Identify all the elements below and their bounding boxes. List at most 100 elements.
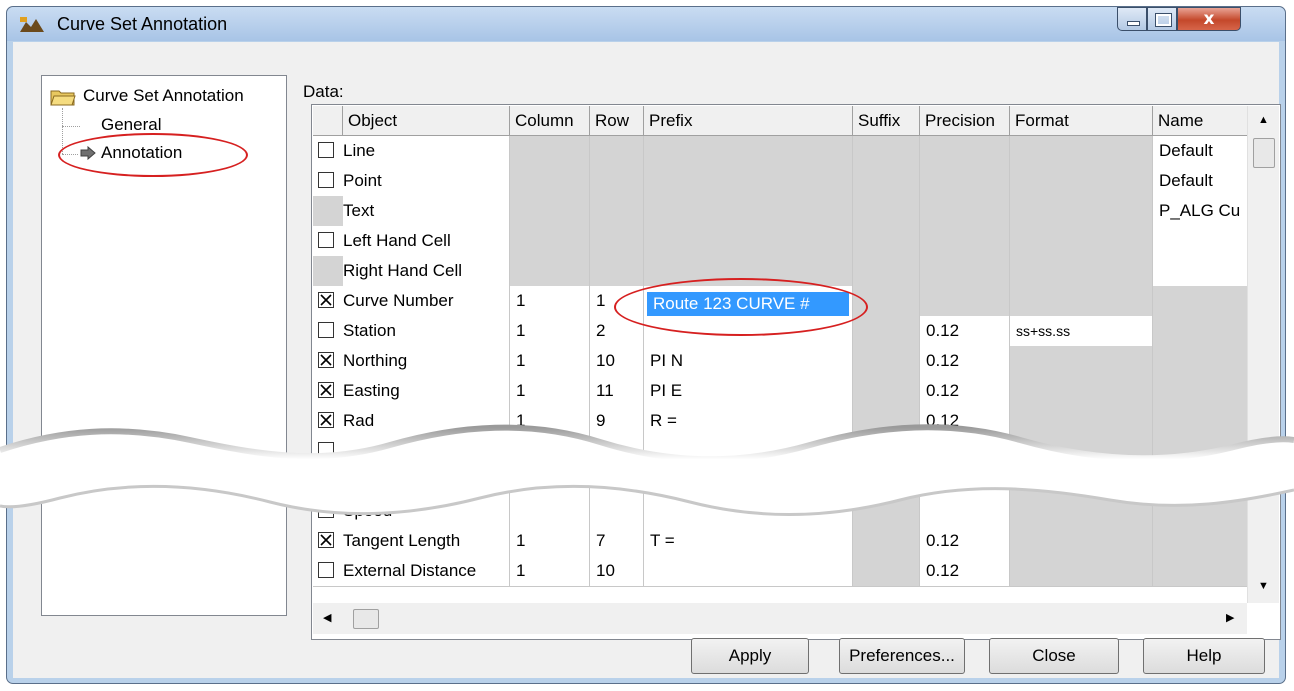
cell-column[interactable]: 1 xyxy=(510,526,590,557)
cell-column[interactable]: 1 xyxy=(510,556,590,587)
cell-suffix[interactable] xyxy=(853,406,920,437)
cell-prefix[interactable] xyxy=(644,256,853,287)
column-header-column[interactable]: Column xyxy=(510,106,590,136)
close-button[interactable]: Close xyxy=(989,638,1119,674)
cell-column[interactable]: 1 xyxy=(510,406,590,437)
cell-format[interactable] xyxy=(1010,226,1153,257)
cell-suffix[interactable] xyxy=(853,346,920,377)
scroll-right-icon[interactable]: ▶ xyxy=(1226,611,1234,624)
cell-suffix[interactable] xyxy=(853,256,920,287)
vertical-scroll-thumb[interactable] xyxy=(1253,138,1275,168)
column-header-suffix[interactable]: Suffix xyxy=(853,106,920,136)
column-header-precision[interactable]: Precision xyxy=(920,106,1010,136)
cell-format[interactable] xyxy=(1010,496,1153,527)
checkbox-checked[interactable] xyxy=(318,412,334,428)
cell-prefix[interactable] xyxy=(644,466,853,497)
title-bar[interactable]: Curve Set Annotation x xyxy=(7,7,1285,41)
row-object-cell[interactable] xyxy=(313,466,510,497)
cell-format[interactable] xyxy=(1010,346,1153,377)
cell-column[interactable] xyxy=(510,466,590,497)
row-object-cell[interactable]: Left Hand Cell xyxy=(313,226,510,257)
cell-name[interactable] xyxy=(1153,316,1248,347)
cell-format[interactable] xyxy=(1010,466,1153,497)
help-button[interactable]: Help xyxy=(1143,638,1265,674)
cell-precision[interactable]: 0.12 xyxy=(920,376,1010,407)
cell-suffix[interactable] xyxy=(853,136,920,167)
cell-suffix[interactable] xyxy=(853,286,920,317)
cell-name[interactable]: Default xyxy=(1153,136,1248,167)
scroll-down-icon[interactable]: ▼ xyxy=(1258,580,1269,592)
checkbox[interactable] xyxy=(318,232,334,248)
cell-name[interactable] xyxy=(1153,226,1248,257)
cell-row[interactable] xyxy=(590,226,644,257)
horizontal-scroll-thumb[interactable] xyxy=(353,609,379,629)
cell-row[interactable] xyxy=(590,466,644,497)
row-object-cell[interactable]: Rad xyxy=(313,406,510,437)
cell-prefix[interactable]: PI E xyxy=(644,376,853,407)
cell-row[interactable]: 10 xyxy=(590,556,644,587)
cell-column[interactable] xyxy=(510,226,590,257)
cell-name[interactable] xyxy=(1153,556,1248,587)
row-object-cell[interactable] xyxy=(313,436,510,467)
cell-suffix[interactable] xyxy=(853,376,920,407)
close-window-button[interactable]: x xyxy=(1177,7,1241,31)
cell-prefix[interactable] xyxy=(644,496,853,527)
cell-precision[interactable]: 0.12 xyxy=(920,406,1010,437)
cell-row[interactable]: 7 xyxy=(590,526,644,557)
prefix-selected-text[interactable]: Route 123 CURVE # xyxy=(647,292,849,316)
column-header-format[interactable]: Format xyxy=(1010,106,1153,136)
cell-name[interactable]: Default xyxy=(1153,166,1248,197)
row-object-cell[interactable]: Point xyxy=(313,166,510,197)
cell-column[interactable] xyxy=(510,136,590,167)
cell-prefix[interactable] xyxy=(644,316,853,347)
cell-column[interactable] xyxy=(510,496,590,527)
checkbox[interactable] xyxy=(318,172,334,188)
cell-suffix[interactable] xyxy=(853,226,920,257)
cell-name[interactable] xyxy=(1153,406,1248,437)
cell-format[interactable] xyxy=(1010,436,1153,467)
cell-format[interactable] xyxy=(1010,526,1153,557)
checkbox-checked[interactable] xyxy=(318,352,334,368)
column-header-prefix[interactable]: Prefix xyxy=(644,106,853,136)
row-object-cell[interactable]: Right Hand Cell xyxy=(313,256,510,287)
row-object-cell[interactable]: Tangent Length xyxy=(313,526,510,557)
checkbox[interactable] xyxy=(318,142,334,158)
cell-prefix[interactable] xyxy=(644,196,853,227)
cell-suffix[interactable] xyxy=(853,526,920,557)
cell-prefix[interactable] xyxy=(644,436,853,467)
cell-precision[interactable] xyxy=(920,466,1010,497)
cell-precision[interactable] xyxy=(920,136,1010,167)
cell-name[interactable] xyxy=(1153,526,1248,557)
cell-name[interactable] xyxy=(1153,256,1248,287)
cell-row[interactable]: 2 xyxy=(590,316,644,347)
checkbox[interactable] xyxy=(318,322,334,338)
tree-item-annotation[interactable]: Annotation xyxy=(101,143,182,163)
row-object-cell[interactable]: Curve Number xyxy=(313,286,510,317)
cell-prefix[interactable]: T = xyxy=(644,526,853,557)
cell-format[interactable]: ss+ss.ss xyxy=(1010,316,1153,347)
cell-name[interactable] xyxy=(1153,346,1248,377)
cell-precision[interactable]: 0.12 xyxy=(920,346,1010,377)
cell-name[interactable] xyxy=(1153,466,1248,497)
cell-suffix[interactable] xyxy=(853,436,920,467)
row-object-cell[interactable]: Line xyxy=(313,136,510,167)
checkbox[interactable] xyxy=(318,562,334,578)
cell-row[interactable] xyxy=(590,136,644,167)
cell-column[interactable]: 1 xyxy=(510,436,590,467)
cell-column[interactable]: 1 xyxy=(510,346,590,377)
tree-item-general[interactable]: General xyxy=(101,115,161,135)
checkbox[interactable] xyxy=(318,472,334,488)
cell-format[interactable] xyxy=(1010,556,1153,587)
maximize-button[interactable] xyxy=(1147,7,1177,31)
cell-row[interactable] xyxy=(590,196,644,227)
cell-format[interactable] xyxy=(1010,256,1153,287)
cell-suffix[interactable] xyxy=(853,166,920,197)
cell-name[interactable] xyxy=(1153,376,1248,407)
cell-row[interactable] xyxy=(590,166,644,197)
cell-prefix[interactable] xyxy=(644,556,853,587)
cell-suffix[interactable] xyxy=(853,466,920,497)
cell-suffix[interactable] xyxy=(853,196,920,227)
cell-precision[interactable] xyxy=(920,166,1010,197)
minimize-button[interactable] xyxy=(1117,7,1147,31)
cell-precision[interactable]: 0.12 xyxy=(920,526,1010,557)
